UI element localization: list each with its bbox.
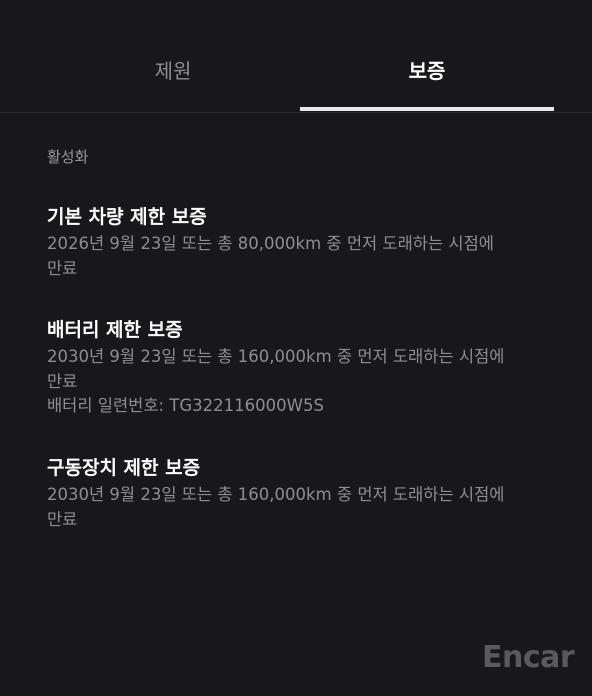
warranty-drive-unit: 구동장치 제한 보증 2030년 9월 23일 또는 총 160,000km 중…: [47, 455, 557, 532]
warranty-basic-vehicle: 기본 차량 제한 보증 2026년 9월 23일 또는 총 80,000km 중…: [47, 204, 557, 281]
warranty-title: 배터리 제한 보증: [47, 319, 183, 341]
tab-warranty[interactable]: 보증: [300, 0, 554, 112]
warranty-detail: 만료: [47, 509, 78, 529]
warranty-detail: 2026년 9월 23일 또는 총 80,000km 중 먼저 도래하는 시점에: [47, 234, 494, 253]
warranty-title: 기본 차량 제한 보증: [47, 206, 207, 228]
warranty-title: 구동장치 제한 보증: [47, 457, 201, 479]
tab-specs[interactable]: 제원: [27, 0, 319, 112]
encar-watermark-logo: Encar: [482, 640, 575, 675]
active-tab-indicator: [300, 107, 554, 111]
status-label: 활성화: [47, 148, 89, 166]
warranty-battery: 배터리 제한 보증 2030년 9월 23일 또는 총 160,000km 중 …: [47, 317, 557, 419]
warranty-detail: 만료: [47, 258, 78, 278]
battery-serial-number: 배터리 일련번호: TG322116000W5S: [47, 396, 324, 415]
warranty-detail: 2030년 9월 23일 또는 총 160,000km 중 먼저 도래하는 시점…: [47, 347, 505, 366]
tab-bar: 제원 보증: [0, 0, 592, 113]
tab-warranty-label: 보증: [408, 59, 446, 83]
warranty-detail: 2030년 9월 23일 또는 총 160,000km 중 먼저 도래하는 시점…: [47, 485, 505, 504]
tab-specs-label: 제원: [154, 59, 192, 83]
warranty-detail: 만료: [47, 371, 78, 391]
